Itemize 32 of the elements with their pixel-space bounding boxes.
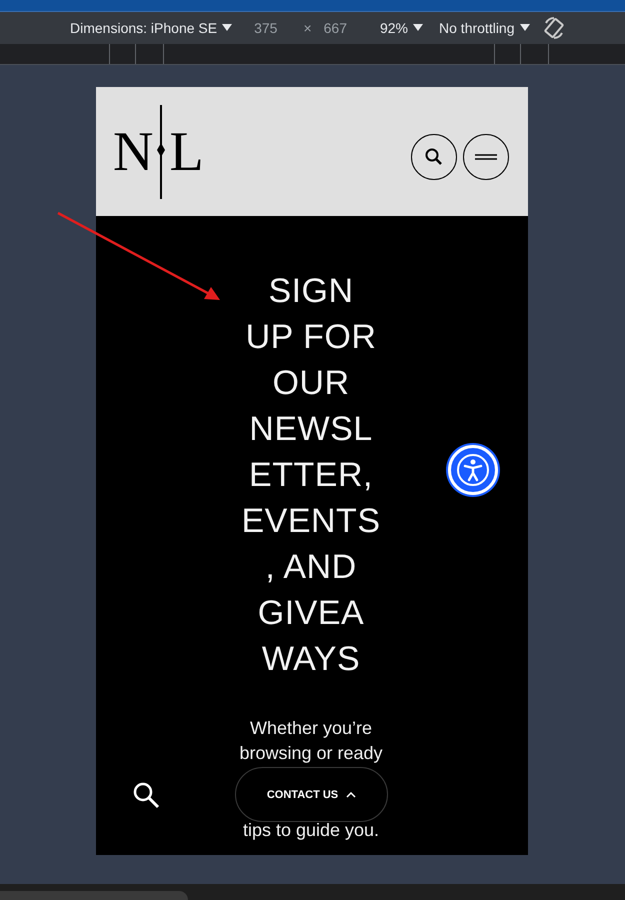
heading-line: SIGN: [268, 271, 354, 312]
caret-icon: [413, 24, 424, 32]
accessibility-button[interactable]: [448, 445, 498, 495]
logo[interactable]: N L: [113, 104, 204, 198]
heading-line: NEWSL: [249, 409, 373, 450]
search-button[interactable]: [411, 134, 457, 180]
throttling-selector[interactable]: No throttling: [439, 20, 514, 36]
search-icon: [424, 146, 444, 166]
caret-icon: [520, 24, 530, 32]
heading-line: OUR: [272, 363, 350, 404]
search-icon[interactable]: [132, 781, 160, 809]
paragraph-line: browsing or ready: [239, 742, 383, 765]
heading-line: WAYS: [262, 639, 360, 680]
height-field[interactable]: 667: [324, 20, 347, 36]
heading-line: UP FOR: [246, 317, 376, 358]
paragraph-line: tips to guide you.: [242, 819, 380, 842]
caret-icon: [222, 24, 232, 32]
device-selector[interactable]: Dimensions: iPhone SE: [70, 20, 218, 36]
contact-button[interactable]: CONTACT US: [235, 767, 388, 822]
heading-line: ETTER,: [249, 455, 373, 496]
menu-button[interactable]: [463, 134, 509, 180]
caret-icon: [346, 792, 356, 798]
rotate-icon[interactable]: [544, 17, 564, 39]
zoom-selector[interactable]: 92%: [380, 20, 408, 36]
accessibility-icon: [456, 453, 490, 487]
menu-icon: [474, 152, 498, 160]
width-field[interactable]: 375: [254, 20, 278, 36]
heading-line: EVENTS: [241, 501, 381, 542]
heading-line: GIVEA: [258, 593, 364, 634]
paragraph-line: Whether you’re: [250, 717, 372, 740]
times-sign: ×: [303, 20, 312, 36]
heading-line: , AND: [265, 547, 357, 588]
